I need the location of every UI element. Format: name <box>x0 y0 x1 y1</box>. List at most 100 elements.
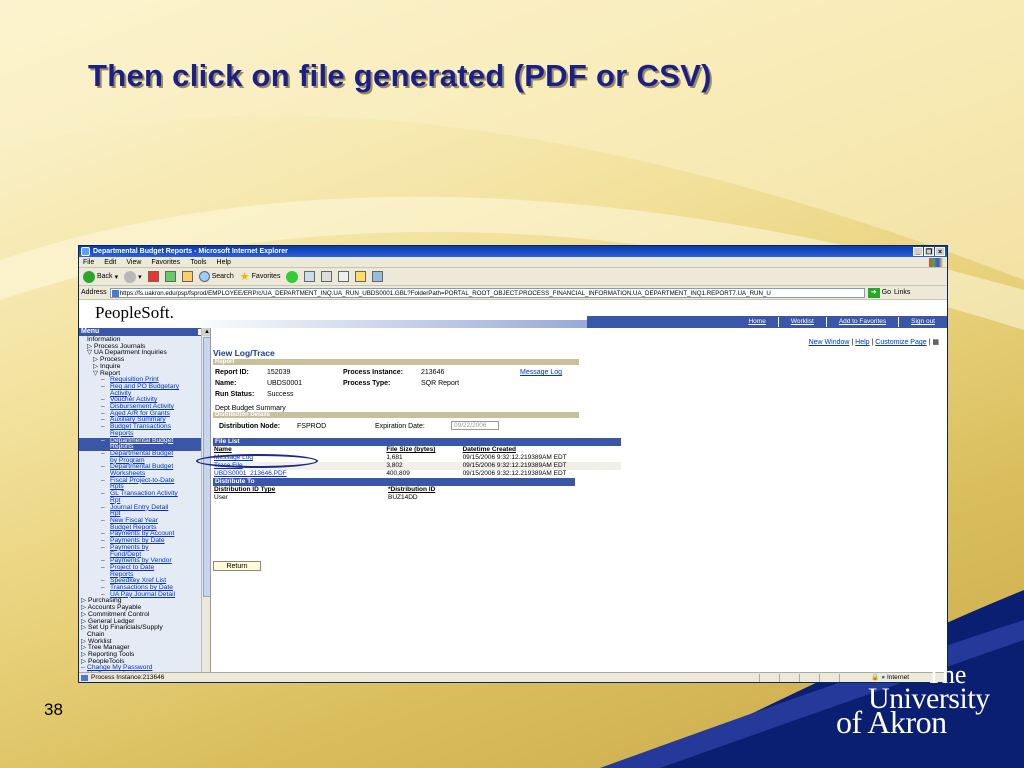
distribution-section-bar: Distribution Details <box>213 412 579 418</box>
col-datetime[interactable]: Datetime Created <box>463 446 621 454</box>
messenger-icon[interactable] <box>372 271 384 282</box>
distribution-node-label: Distribution Node: <box>219 423 281 430</box>
new-window-link[interactable]: New Window <box>809 339 850 346</box>
menu-view[interactable]: View <box>126 257 141 267</box>
logo-line-akron: of Akron <box>836 704 947 740</box>
forward-button[interactable]: ▾ <box>124 270 142 283</box>
message-log-link[interactable]: Message Log <box>520 369 562 376</box>
star-icon: ★ <box>239 271 250 283</box>
slide-title: Then click on file generated (PDF or CSV… <box>88 58 712 93</box>
folder-icon[interactable] <box>355 271 367 282</box>
scroll-up-icon[interactable]: ▲ <box>202 328 210 336</box>
process-instance-value: 213646 <box>421 369 445 376</box>
close-icon[interactable]: × <box>935 247 945 256</box>
sidebar-item[interactable]: Budget Transactions <box>79 423 210 431</box>
back-arrow-icon <box>83 270 95 283</box>
nav-sign-out[interactable]: Sign out <box>898 317 947 327</box>
browser-status-bar: Process Instance:213646 🔒 ● Internet <box>79 672 947 682</box>
distribution-id: BUZ14DD <box>388 494 418 501</box>
scroll-thumb[interactable] <box>203 337 210 597</box>
back-button[interactable]: Back ▾ <box>83 270 118 283</box>
process-type-value: SQR Report <box>421 380 460 387</box>
search-icon <box>198 271 210 282</box>
nav-add-to-favorites[interactable]: Add to Favorites <box>825 317 898 327</box>
ie-icon <box>81 247 90 256</box>
mail-icon[interactable] <box>304 271 316 282</box>
sidebar-item[interactable]: Req and PO Budgetary <box>79 383 210 391</box>
print-icon[interactable] <box>321 271 333 282</box>
browser-menubar: File Edit View Favorites Tools Help <box>79 257 947 268</box>
go-button[interactable]: ➜ Go <box>867 287 891 298</box>
favorites-button[interactable]: ★ Favorites <box>240 270 281 283</box>
report-section-bar: Report <box>213 359 579 365</box>
page-icon <box>111 289 119 297</box>
grid-icon[interactable]: ▦ <box>932 339 939 346</box>
media-icon[interactable] <box>286 270 299 283</box>
sidebar-item[interactable]: Journal Entry Detail <box>79 504 210 512</box>
menu-file[interactable]: File <box>83 257 94 267</box>
peoplesoft-header: PeopleSoft. Home Worklist Add to Favorit… <box>79 300 947 328</box>
restore-icon[interactable]: ❐ <box>924 247 934 256</box>
peoplesoft-body: Menu Information ▷ Process Journals ▽ UA D… <box>79 328 947 682</box>
distribution-node-value: FSPROD <box>297 423 327 430</box>
sidebar-item[interactable]: Fiscal Project-to-Date <box>79 477 210 485</box>
status-text: Process Instance:213646 <box>91 674 165 681</box>
process-type-label: Process Type: <box>343 380 391 387</box>
expiration-date-field[interactable]: 09/22/2006 <box>451 421 499 430</box>
top-links: New Window | Help | Customize Page | ▦ <box>808 339 939 346</box>
nav-home[interactable]: Home <box>736 317 777 327</box>
highlight-ellipse <box>196 454 318 468</box>
address-input[interactable]: https://fs.uakron.edu/psp/fsprod/EMPLOYE… <box>109 287 865 298</box>
sidebar-item[interactable]: Payments by <box>79 544 210 552</box>
home-icon[interactable] <box>181 271 193 282</box>
sidebar-item[interactable]: Departmental Budget <box>79 437 210 445</box>
stop-icon[interactable] <box>147 271 159 282</box>
distribution-type: User <box>214 494 228 501</box>
nav-worklist[interactable]: Worklist <box>777 317 826 327</box>
table-row: UBDS0001_213646.PDF 400,809 09/15/2006 9… <box>213 470 621 478</box>
help-link[interactable]: Help <box>855 339 869 346</box>
file-list-header: File List <box>213 438 621 446</box>
distribute-to-grid: Distribution ID Type *Distribution ID Us… <box>213 486 575 502</box>
sidebar-item[interactable]: UA Pay Journal Detail <box>79 591 210 599</box>
menu-list: Information ▷ Process Journals ▽ UA Depart… <box>79 336 210 682</box>
col-file-size[interactable]: File Size (bytes) <box>386 446 462 454</box>
expiration-date-label: Expiration Date: <box>375 423 425 430</box>
refresh-icon[interactable] <box>164 271 176 282</box>
edit-icon[interactable] <box>338 271 350 282</box>
file-datetime: 09/15/2006 9:32:12.219389AM EDT <box>462 462 567 469</box>
search-button[interactable]: Search <box>198 271 234 282</box>
forward-arrow-icon <box>124 270 137 283</box>
page-content: New Window | Help | Customize Page | ▦ V… <box>213 328 947 682</box>
address-label: Address <box>81 289 107 296</box>
process-instance-label: Process Instance: <box>343 369 403 376</box>
distribute-to-header: Distribute To <box>213 478 575 486</box>
file-link-pdf[interactable]: UBDS0001_213646.PDF <box>213 470 386 478</box>
return-button[interactable]: Return <box>213 561 261 571</box>
col-distribution-id[interactable]: *Distribution ID <box>388 486 548 494</box>
sidebar-item[interactable]: GL Transaction Activity <box>79 490 210 498</box>
address-bar: Address https://fs.uakron.edu/psp/fsprod… <box>79 286 947 300</box>
menu-scrollbar[interactable]: ▲ ▼ <box>201 328 210 682</box>
file-datetime: 09/15/2006 9:32:12.219389AM EDT <box>462 470 567 477</box>
menu-tools[interactable]: Tools <box>190 257 206 267</box>
report-description: Dept Budget Summary <box>215 405 286 412</box>
university-logo: The University of Akron <box>836 660 1011 740</box>
col-distribution-id-type[interactable]: Distribution ID Type <box>213 486 388 494</box>
windows-logo-icon <box>929 258 943 267</box>
menu-favorites[interactable]: Favorites <box>151 257 180 267</box>
menu-help[interactable]: Help <box>217 257 231 267</box>
file-size: 400,809 <box>386 470 410 477</box>
links-button[interactable]: Links <box>894 289 910 296</box>
page-done-icon <box>81 675 88 681</box>
menu-sidebar: Menu Information ▷ Process Journals ▽ UA D… <box>79 328 211 682</box>
sidebar-item[interactable]: Project to Date <box>79 564 210 572</box>
col-name[interactable]: Name <box>213 446 386 454</box>
customize-page-link[interactable]: Customize Page <box>875 339 926 346</box>
menu-edit[interactable]: Edit <box>104 257 116 267</box>
run-status-value: Success <box>267 391 294 398</box>
minimize-icon[interactable]: _ <box>913 247 923 256</box>
table-row: User BUZ14DD <box>213 494 575 502</box>
header-curve <box>184 320 604 328</box>
browser-toolbar: Back ▾ ▾ Search ★ Favorites <box>79 268 947 286</box>
